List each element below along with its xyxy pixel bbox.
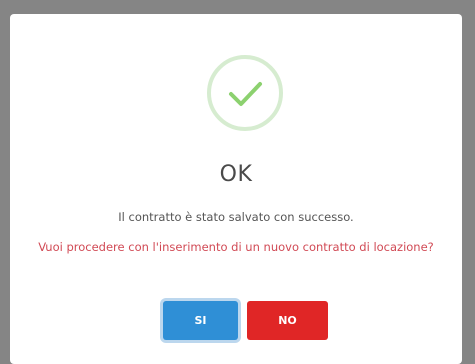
cancel-button[interactable]: NO	[247, 301, 328, 340]
confirmation-dialog: OK Il contratto è stato salvato con succ…	[10, 14, 462, 364]
dialog-question: Vuoi procedere con l'inserimento di un n…	[38, 240, 434, 254]
confirm-button[interactable]: SI	[163, 301, 238, 340]
dialog-message: Il contratto è stato salvato con success…	[118, 210, 354, 224]
check-icon	[207, 55, 283, 131]
dialog-title: OK	[219, 162, 253, 187]
